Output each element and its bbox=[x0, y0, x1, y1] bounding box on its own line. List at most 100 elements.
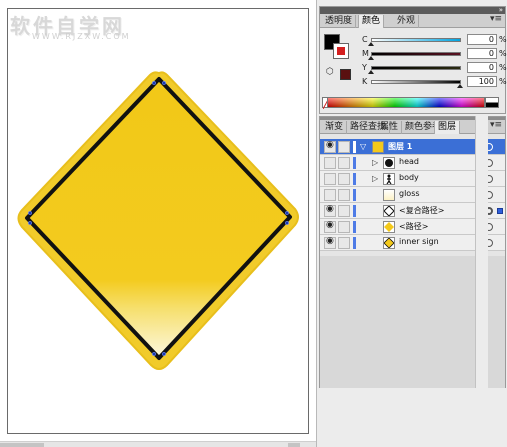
slider-y-track[interactable] bbox=[371, 66, 461, 70]
stroke-none-indicator bbox=[337, 47, 345, 55]
lock-toggle[interactable] bbox=[338, 221, 350, 233]
layer-color-bar bbox=[353, 221, 356, 233]
slider-m-value[interactable]: 0 bbox=[467, 48, 497, 59]
anchor-top-left bbox=[152, 81, 156, 85]
tab-transparency[interactable]: 透明度 bbox=[322, 15, 357, 28]
lock-toggle[interactable] bbox=[338, 205, 350, 217]
slider-y-label: Y bbox=[362, 63, 367, 72]
scroll-thumb-right[interactable] bbox=[288, 443, 300, 447]
tab-appearance[interactable]: 外观 bbox=[394, 15, 420, 28]
slider-c[interactable]: C 0 % bbox=[362, 34, 507, 46]
lock-toggle[interactable] bbox=[338, 157, 350, 169]
anchor-right-lower bbox=[285, 221, 289, 225]
panel-menu-icon[interactable]: ▾≡ bbox=[490, 14, 502, 24]
fill-stroke-swatches[interactable] bbox=[324, 34, 354, 64]
visibility-eye-icon[interactable] bbox=[324, 189, 336, 201]
slider-y-value[interactable]: 0 bbox=[467, 62, 497, 73]
visibility-eye-icon[interactable] bbox=[324, 220, 336, 233]
tab-color[interactable]: 颜色 bbox=[358, 15, 385, 28]
layer-name[interactable]: <复合路径> bbox=[399, 205, 444, 216]
out-of-gamut-icon[interactable]: ⬡ bbox=[326, 67, 334, 77]
slider-y-unit: % bbox=[499, 63, 507, 72]
anchor-right-upper bbox=[285, 211, 289, 215]
slider-m-thumb[interactable] bbox=[368, 56, 374, 60]
slider-m-unit: % bbox=[499, 49, 507, 58]
selection-indicator-icon[interactable] bbox=[497, 208, 503, 214]
layer-thumb-icon bbox=[372, 141, 384, 153]
visibility-eye-icon[interactable] bbox=[324, 204, 336, 217]
slider-c-thumb[interactable] bbox=[368, 42, 374, 46]
body-thumb-icon bbox=[383, 173, 395, 185]
layer-color-bar bbox=[353, 141, 356, 153]
sign-black-border bbox=[25, 77, 292, 360]
panel-collapse-icon[interactable]: » bbox=[499, 6, 503, 14]
layer-color-bar bbox=[353, 173, 356, 185]
layer-color-bar bbox=[353, 205, 356, 217]
tab-attributes[interactable]: 属性 bbox=[377, 121, 403, 134]
lock-toggle[interactable] bbox=[338, 189, 350, 201]
panel-grip-bar[interactable]: » bbox=[320, 6, 505, 14]
color-panel: » 透明度 颜色 外观 ▾≡ ⬡ C 0 % M 0 % Y 0 % K 100… bbox=[319, 6, 507, 114]
watermark: 软件自学网 WWW.RJZXW.COM bbox=[10, 10, 150, 41]
panels-dock: » 透明度 颜色 外观 ▾≡ ⬡ C 0 % M 0 % Y 0 % K 100… bbox=[316, 0, 507, 447]
slider-k-label: K bbox=[362, 77, 368, 86]
layer-name[interactable]: gloss bbox=[399, 189, 420, 198]
black-white-swatch[interactable] bbox=[485, 97, 499, 108]
slider-m-track[interactable] bbox=[371, 52, 461, 56]
layers-menu-icon[interactable]: ▾≡ bbox=[490, 120, 502, 130]
horizontal-scrollbar[interactable] bbox=[0, 441, 316, 447]
scroll-thumb-left[interactable] bbox=[0, 443, 44, 447]
slider-k-thumb[interactable] bbox=[457, 84, 463, 88]
tab-layers[interactable]: 图层 bbox=[434, 121, 461, 134]
visibility-eye-icon[interactable] bbox=[324, 140, 336, 153]
layers-scrollbar[interactable] bbox=[475, 116, 488, 388]
warning-sign-artwork[interactable] bbox=[8, 9, 310, 435]
visibility-eye-icon[interactable] bbox=[324, 236, 336, 249]
color-panel-tabs: 透明度 颜色 外观 ▾≡ bbox=[320, 14, 505, 28]
slider-k-unit: % bbox=[499, 77, 507, 86]
slider-k[interactable]: K 100 % bbox=[362, 76, 507, 88]
inner-sign-thumb-icon bbox=[383, 237, 395, 249]
expand-arrow-icon[interactable]: ▷ bbox=[372, 158, 378, 167]
slider-m[interactable]: M 0 % bbox=[362, 48, 507, 60]
slider-k-track[interactable] bbox=[371, 80, 461, 84]
artboard[interactable] bbox=[7, 8, 309, 434]
layer-name[interactable]: 图层 1 bbox=[388, 141, 412, 152]
compound-path-thumb-icon bbox=[383, 205, 395, 217]
slider-c-label: C bbox=[362, 35, 368, 44]
watermark-url: WWW.RJZXW.COM bbox=[32, 32, 131, 41]
layer-name[interactable]: body bbox=[399, 173, 419, 182]
path-thumb-icon bbox=[383, 221, 395, 233]
anchor-left-lower bbox=[28, 221, 32, 225]
anchor-bottom-right bbox=[162, 352, 166, 356]
slider-y[interactable]: Y 0 % bbox=[362, 62, 507, 74]
layer-name[interactable]: inner sign bbox=[399, 237, 439, 246]
lock-toggle[interactable] bbox=[338, 141, 350, 153]
lock-toggle[interactable] bbox=[338, 237, 350, 249]
slider-c-unit: % bbox=[499, 35, 507, 44]
tab-gradient[interactable]: 渐变 bbox=[322, 121, 348, 134]
lock-toggle[interactable] bbox=[338, 173, 350, 185]
anchor-left-upper bbox=[28, 211, 32, 215]
slider-k-value[interactable]: 100 bbox=[467, 76, 497, 87]
anchor-bottom-left bbox=[152, 352, 156, 356]
layer-color-bar bbox=[353, 237, 356, 249]
slider-y-thumb[interactable] bbox=[368, 70, 374, 74]
color-spectrum-bar[interactable] bbox=[327, 97, 485, 108]
layer-color-bar bbox=[353, 157, 356, 169]
head-thumb-icon bbox=[383, 157, 395, 169]
layer-name[interactable]: <路径> bbox=[399, 221, 428, 232]
slider-c-track[interactable] bbox=[371, 38, 461, 42]
expand-arrow-icon[interactable]: ▷ bbox=[372, 174, 378, 183]
last-color-swatch[interactable] bbox=[340, 69, 351, 80]
layer-name[interactable]: head bbox=[399, 157, 419, 166]
expand-arrow-icon[interactable]: ▽ bbox=[360, 142, 366, 151]
gloss-thumb-icon bbox=[383, 189, 395, 201]
visibility-eye-icon[interactable] bbox=[324, 157, 336, 169]
anchor-top-right bbox=[162, 81, 166, 85]
slider-c-value[interactable]: 0 bbox=[467, 34, 497, 45]
visibility-eye-icon[interactable] bbox=[324, 173, 336, 185]
layer-color-bar bbox=[353, 189, 356, 201]
stroke-swatch[interactable] bbox=[333, 43, 349, 59]
canvas-workspace[interactable]: 软件自学网 WWW.RJZXW.COM bbox=[0, 0, 316, 447]
